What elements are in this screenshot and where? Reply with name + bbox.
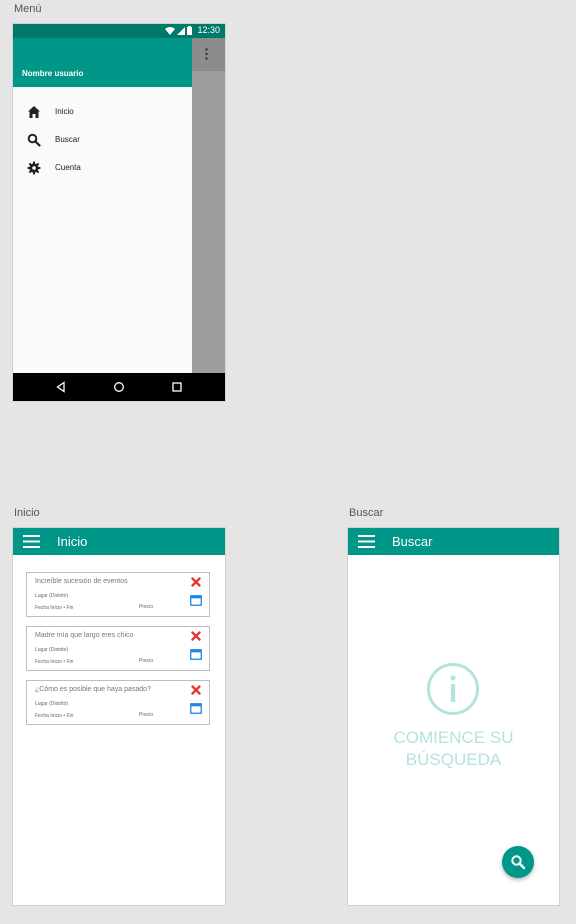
status-bar: 12:30 (13, 24, 225, 38)
page-title: Inicio (57, 534, 88, 549)
recents-icon[interactable] (170, 380, 184, 394)
event-price: Precio (139, 712, 154, 718)
drawer-item-inicio[interactable]: Inicio (13, 101, 192, 123)
event-price: Precio (139, 604, 154, 610)
drawer-username: Nombre usuario (22, 69, 84, 78)
page-title: Buscar (392, 534, 433, 549)
background-app-bar (192, 38, 225, 71)
event-price: Precio (139, 658, 154, 664)
calendar-icon[interactable] (190, 649, 202, 660)
gear-icon (27, 161, 41, 175)
drawer-item-cuenta[interactable]: Cuenta (13, 157, 192, 179)
event-dates: Fecha Inicio • Fin (35, 605, 74, 611)
more-vert-icon[interactable] (205, 48, 208, 60)
artboard-label-buscar: Buscar (349, 507, 384, 519)
info-icon (427, 663, 479, 715)
delete-icon[interactable] (191, 631, 201, 641)
delete-icon[interactable] (191, 685, 201, 695)
event-title: Madre mía que largo eres chico (35, 632, 134, 639)
home-circle-icon[interactable] (112, 380, 126, 394)
empty-state-message: COMIENCE SU BÚSQUEDA (348, 727, 559, 771)
artboard-label-inicio: Inicio (14, 507, 40, 519)
event-title: ¿Cómo es posible que haya pasado? (35, 686, 151, 693)
drawer-item-label: Inicio (55, 107, 74, 116)
drawer-header: Nombre usuario (13, 38, 192, 87)
hamburger-menu-icon[interactable] (23, 535, 40, 548)
event-card[interactable]: Madre mía que largo eres chico Lugar (Di… (26, 626, 210, 671)
navigation-drawer: Nombre usuario Inicio Buscar Cuenta (13, 38, 192, 373)
event-title: Increíble sucesión de eventos (35, 578, 128, 585)
artboard-label-menu: Menú (14, 3, 42, 15)
delete-icon[interactable] (191, 577, 201, 587)
search-icon (511, 855, 526, 870)
drawer-item-label: Cuenta (55, 163, 81, 172)
event-location: Lugar (Distrito) (35, 701, 69, 707)
status-time: 12:30 (197, 25, 220, 35)
event-card[interactable]: Increíble sucesión de eventos Lugar (Dis… (26, 572, 210, 617)
inicio-screen: Inicio Increíble sucesión de eventos Lug… (13, 528, 225, 905)
drawer-item-buscar[interactable]: Buscar (13, 129, 192, 151)
event-dates: Fecha Inicio • Fin (35, 659, 74, 665)
signal-icon (177, 26, 185, 35)
home-icon (28, 106, 40, 118)
event-dates: Fecha Inicio • Fin (35, 713, 74, 719)
battery-icon (187, 26, 192, 35)
event-location: Lugar (Distrito) (35, 647, 69, 653)
menu-screen: 12:30 Nombre usuario Inicio Buscar Cuent… (13, 24, 225, 401)
app-bar: Buscar (348, 528, 559, 555)
search-fab-button[interactable] (502, 846, 534, 878)
app-bar: Inicio (13, 528, 225, 555)
empty-state-line: COMIENCE SU (393, 728, 514, 747)
back-icon[interactable] (54, 380, 68, 394)
empty-state-line: BÚSQUEDA (405, 750, 502, 769)
hamburger-menu-icon[interactable] (358, 535, 375, 548)
android-nav-bar (13, 373, 225, 401)
event-card[interactable]: ¿Cómo es posible que haya pasado? Lugar … (26, 680, 210, 725)
event-location: Lugar (Distrito) (35, 593, 69, 599)
wifi-icon (165, 26, 175, 35)
calendar-icon[interactable] (190, 703, 202, 714)
search-icon (27, 133, 41, 147)
calendar-icon[interactable] (190, 595, 202, 606)
buscar-screen: Buscar COMIENCE SU BÚSQUEDA (348, 528, 559, 905)
drawer-item-label: Buscar (55, 135, 80, 144)
